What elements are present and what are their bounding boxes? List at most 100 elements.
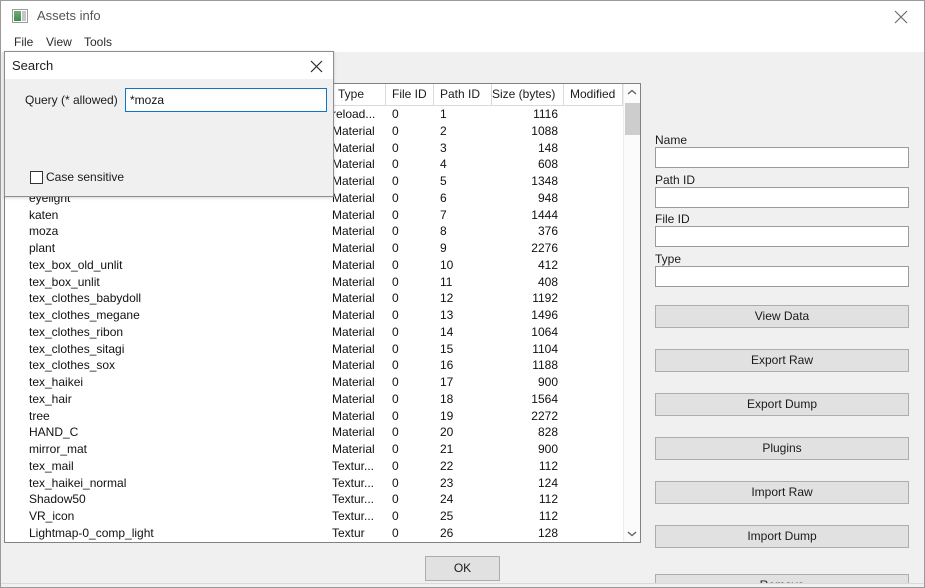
cell-path-id: 14 [440, 324, 454, 339]
cell-size: 112 [538, 509, 558, 523]
column-header-path-id[interactable]: Path ID [434, 84, 492, 105]
import-raw-button[interactable]: Import Raw [655, 481, 909, 504]
cell-type: Textur [332, 525, 365, 540]
search-dialog-close-button[interactable] [299, 52, 333, 78]
cell-modified [570, 106, 620, 123]
close-window-button[interactable] [878, 1, 924, 30]
table-row[interactable]: tex_mail Textur... 0 22 112 [5, 458, 623, 475]
table-row[interactable]: katen Material 0 7 1444 [5, 207, 623, 224]
ok-button[interactable]: OK [425, 556, 500, 581]
cell-size: 2272 [531, 408, 558, 423]
cell-name: VR_icon [29, 509, 75, 523]
export-dump-button[interactable]: Export Dump [655, 393, 909, 416]
close-icon [894, 10, 908, 24]
case-sensitive-label: Case sensitive [46, 170, 125, 184]
table-row[interactable]: tex_clothes_babydoll Material 0 12 1192 [5, 290, 623, 307]
cell-modified [570, 307, 620, 324]
detail-label-file-id: File ID [655, 212, 690, 226]
chevron-down-icon [627, 531, 637, 537]
table-row[interactable]: Shadow50 Textur... 0 24 112 [5, 491, 623, 508]
column-header-size-bytes[interactable]: Size (bytes) [492, 84, 564, 105]
cell-type: Material [332, 174, 375, 188]
cell-file-id: 0 [392, 442, 399, 456]
table-row[interactable]: tex_clothes_sitagi Material 0 15 1104 [5, 341, 623, 358]
cell-name: plant [29, 241, 56, 255]
table-row[interactable]: tex_clothes_megane Material 0 13 1496 [5, 307, 623, 324]
cell-file-id: 0 [392, 123, 399, 138]
cell-modified [570, 508, 620, 525]
import-dump-button[interactable]: Import Dump [655, 525, 909, 548]
table-row[interactable]: tex_haikei Material 0 17 900 [5, 374, 623, 391]
cell-size: 408 [537, 274, 558, 289]
table-row[interactable]: tex_box_unlit Material 0 11 408 [5, 274, 623, 291]
export-raw-button[interactable]: Export Raw [655, 349, 909, 372]
detail-input-path-id[interactable] [655, 187, 909, 208]
cell-modified [570, 475, 620, 492]
cell-size: 2276 [531, 241, 558, 255]
menu-tools[interactable]: Tools [79, 34, 117, 50]
cell-name: tex_box_old_unlit [29, 257, 123, 272]
table-row[interactable]: tex_clothes_ribon Material 0 14 1064 [5, 324, 623, 341]
listview-scrollbar[interactable] [623, 84, 640, 542]
table-row[interactable]: tex_box_old_unlit Material 0 10 412 [5, 257, 623, 274]
cell-file-id: 0 [392, 274, 399, 289]
cell-size: 148 [537, 140, 558, 155]
cell-modified [570, 408, 620, 425]
plugins-button[interactable]: Plugins [655, 437, 909, 460]
table-row[interactable]: HAND_C Material 0 20 828 [5, 424, 623, 441]
scroll-down-button[interactable] [624, 525, 640, 542]
cell-size: 112 [538, 492, 558, 507]
cell-type: Textur... [332, 492, 375, 507]
cell-type: Material [332, 375, 375, 389]
cell-modified [570, 207, 620, 224]
cell-size: 1116 [533, 107, 558, 121]
column-header-type[interactable]: Type [332, 84, 386, 105]
cell-type: Material [332, 358, 375, 373]
view-data-button[interactable]: View Data [655, 305, 909, 328]
detail-input-name[interactable] [655, 147, 909, 168]
table-row[interactable]: tex_clothes_sox Material 0 16 1188 [5, 357, 623, 374]
cell-modified [570, 341, 620, 358]
cell-size: 1188 [532, 358, 558, 373]
column-header-file-id[interactable]: File ID [386, 84, 434, 105]
scrollbar-thumb[interactable] [625, 103, 640, 135]
cell-path-id: 15 [440, 341, 454, 356]
scroll-up-button[interactable] [624, 84, 640, 101]
table-row[interactable]: moza Material 0 8 376 [5, 223, 623, 240]
table-row[interactable]: tree Material 0 19 2272 [5, 408, 623, 425]
menu-view[interactable]: View [41, 34, 77, 50]
search-query-input[interactable] [125, 88, 327, 112]
table-row[interactable]: VR_icon Textur... 0 25 112 [5, 508, 623, 525]
cell-type: Material [332, 123, 375, 138]
cell-file-id: 0 [392, 207, 399, 222]
detail-input-type[interactable] [655, 266, 909, 287]
cell-type: Material [332, 425, 375, 440]
table-row[interactable]: Lightmap-0_comp_light Textur 0 26 128 [5, 525, 623, 542]
cell-modified [570, 525, 620, 542]
cell-size: 1496 [531, 308, 558, 322]
query-label: Query (* allowed) [25, 93, 118, 107]
cell-file-id: 0 [392, 341, 399, 356]
cell-name: tex_clothes_sox [29, 358, 116, 373]
cell-name: katen [29, 207, 59, 222]
cell-size: 128 [537, 525, 558, 540]
cell-type: Material [332, 257, 375, 272]
table-row[interactable]: tex_hair Material 0 18 1564 [5, 391, 623, 408]
table-row[interactable]: plant Material 0 9 2276 [5, 240, 623, 257]
detail-label-name: Name [655, 133, 688, 147]
cell-file-id: 0 [392, 408, 399, 423]
table-row[interactable]: tex_haikei_normal Textur... 0 23 124 [5, 475, 623, 492]
cell-name: tex_clothes_ribon [29, 324, 124, 339]
cell-type: Material [332, 442, 375, 456]
cell-modified [570, 441, 620, 458]
cell-file-id: 0 [392, 458, 399, 473]
cell-name: Lightmap-0_comp_light [29, 525, 154, 540]
column-header-modified[interactable]: Modified [564, 84, 623, 105]
table-row[interactable]: mirror_mat Material 0 21 900 [5, 441, 623, 458]
menu-file[interactable]: File [9, 34, 38, 50]
cell-file-id: 0 [392, 475, 399, 490]
cell-type: Material [332, 140, 375, 155]
cell-type: Textur... [332, 475, 375, 490]
detail-input-file-id[interactable] [655, 226, 909, 247]
cell-name: moza [29, 224, 59, 239]
